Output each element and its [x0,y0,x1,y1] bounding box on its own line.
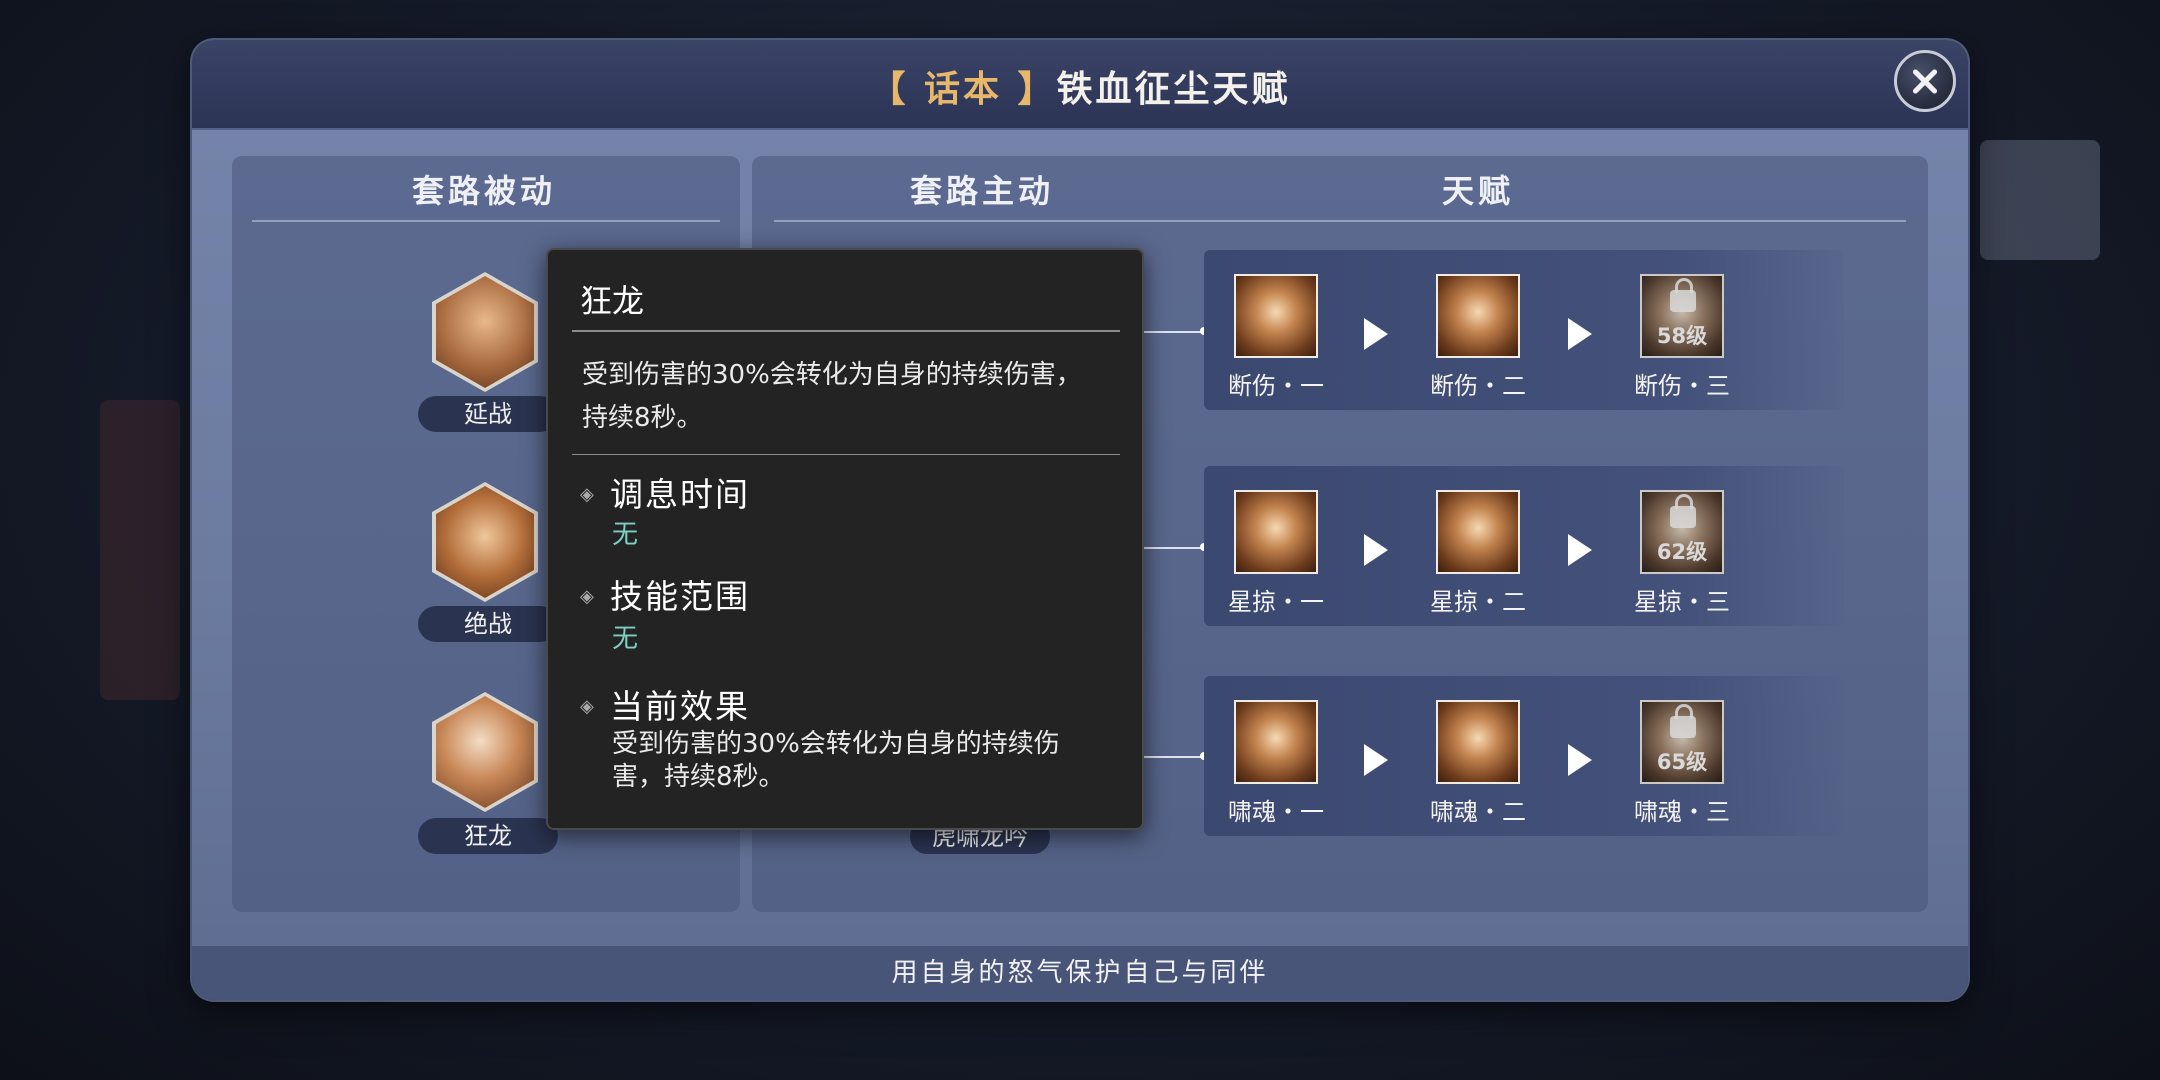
passive-label-1: 延战 [418,396,558,432]
tooltip-title: 狂龙 [580,282,645,320]
unlock-level: 62级 [1656,540,1708,564]
divider [252,220,720,222]
talent-skill-icon[interactable] [1436,274,1520,358]
talent-skill-icon[interactable] [1234,700,1318,784]
dialog-footer: 用自身的怒气保护自己与同伴 [192,946,1968,1000]
diamond-bullet-icon: ◈ [580,696,594,717]
arrow-right-icon [1568,318,1592,350]
talent-skill-label: 断伤・二 [1430,372,1526,400]
talent-skill-label: 啸魂・一 [1228,798,1324,826]
arrow-right-icon [1568,534,1592,566]
lock-icon [1670,278,1696,312]
effect-value: 受到伤害的30%会转化为自身的持续伤害，持续8秒。 [612,729,1060,792]
lock-icon [1670,704,1696,738]
diamond-bullet-icon: ◈ [580,484,594,505]
background-blur [1980,140,2100,260]
talent-skill-icon[interactable] [1436,490,1520,574]
talent-skill-label: 星掠・二 [1430,588,1526,616]
cooldown-label: 调息时间 [610,475,750,514]
tooltip-divider [572,330,1120,332]
unlock-level: 58级 [1656,324,1708,348]
talent-skill-label: 星掠・三 [1634,588,1730,616]
range-value: 无 [612,624,639,654]
skill-tooltip: 狂龙 受到伤害的30%会转化为自身的持续伤害，持续8秒。 ◈ 调息时间 无 ◈ … [546,248,1144,830]
talent-column-header: 天赋 [1442,172,1515,210]
talent-skill-icon-locked[interactable]: 65级 [1640,700,1724,784]
arrow-right-icon [1568,744,1592,776]
talent-skill-icon-locked[interactable]: 58级 [1640,274,1724,358]
talent-skill-label: 啸魂・二 [1430,798,1526,826]
talent-skill-icon[interactable] [1436,700,1520,784]
arrow-right-icon [1364,744,1388,776]
close-icon[interactable] [1894,50,1956,112]
passive-column-header: 套路被动 [412,172,557,210]
arrow-right-icon [1364,534,1388,566]
connector-line [1142,756,1206,758]
warrior-silhouette-icon [436,276,534,388]
lock-icon [1670,494,1696,528]
range-label: 技能范围 [610,577,750,616]
background-blur [100,400,180,700]
talent-skill-icon[interactable] [1234,490,1318,574]
tooltip-description: 受到伤害的30%会转化为自身的持续伤害，持续8秒。 [582,360,1082,433]
active-column-header: 套路主动 [910,172,1055,210]
talent-skill-label: 断伤・三 [1634,372,1730,400]
arrow-right-icon [1364,318,1388,350]
passive-label-3: 狂龙 [418,818,558,854]
talent-skill-icon[interactable] [1234,274,1318,358]
unlock-level: 65级 [1656,750,1708,774]
talent-skill-label: 星掠・一 [1228,588,1324,616]
tooltip-divider [572,454,1120,455]
passive-label-2: 绝战 [418,606,558,642]
swirl-blade-icon [436,486,534,598]
effect-label: 当前效果 [610,687,750,726]
diamond-bullet-icon: ◈ [580,586,594,607]
talent-skill-label: 断伤・一 [1228,372,1324,400]
talent-skill-label: 啸魂・三 [1634,798,1730,826]
connector-line [1142,331,1206,333]
dialog-title: 【 话本 】铁血征尘天赋 [192,60,1968,112]
title-text: 铁血征尘天赋 [1056,69,1291,110]
talent-skill-icon-locked[interactable]: 62级 [1640,490,1724,574]
divider [774,220,1906,222]
sword-strike-icon [436,696,534,808]
title-bar: 【 话本 】铁血征尘天赋 [192,40,1968,130]
cooldown-value: 无 [612,520,639,550]
title-tag: 【 话本 】 [869,69,1057,110]
talent-dialog: 【 话本 】铁血征尘天赋 套路被动 延战 绝战 狂龙 套路主动 天赋 虎啸龙吟 … [192,40,1968,1000]
